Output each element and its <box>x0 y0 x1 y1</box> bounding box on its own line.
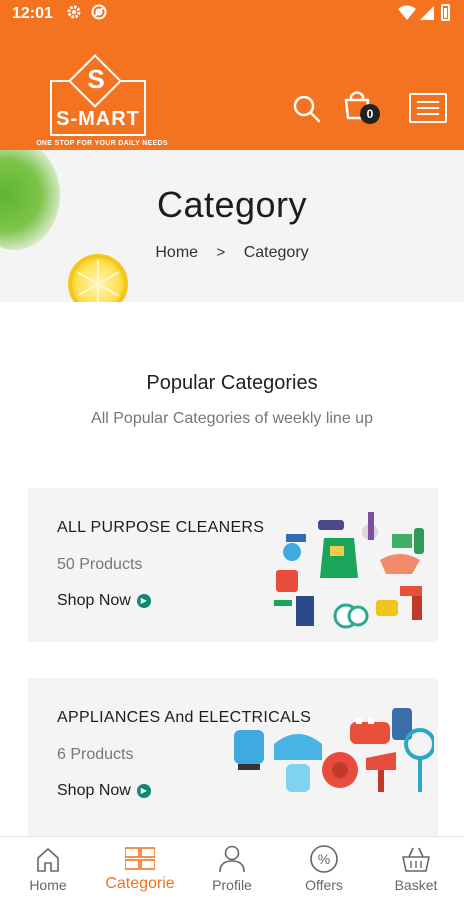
settings-icon <box>67 5 81 19</box>
page-title: Category <box>156 184 308 225</box>
shop-now-label: Shop Now <box>57 592 131 609</box>
shop-now-link[interactable]: Shop Now ▶ <box>57 592 151 610</box>
nav-label: Basket <box>394 877 438 893</box>
category-count: 6 Products <box>57 746 134 763</box>
breadcrumb-home-link[interactable]: Home <box>155 244 198 261</box>
cart-button[interactable]: 0 <box>340 88 382 126</box>
section-subtitle: All Popular Categories of weekly line up <box>91 410 373 427</box>
status-bar: 12:01 <box>0 0 464 28</box>
shop-now-label: Shop Now <box>57 782 131 799</box>
data-saver-icon <box>91 4 107 20</box>
logo-letter: S <box>87 64 105 94</box>
category-card[interactable]: APPLIANCES And ELECTRICALS 6 Products Sh… <box>28 678 438 836</box>
nav-item-basket[interactable]: Basket <box>370 837 462 900</box>
page-banner: Category Home > Category <box>0 150 464 302</box>
arrow-right-icon: ▶ <box>136 593 151 608</box>
nav-label: Home <box>29 877 67 893</box>
status-time: 12:01 <box>12 5 53 22</box>
svg-text:%: % <box>318 851 330 867</box>
nav-item-home[interactable]: Home <box>2 837 94 900</box>
category-card[interactable]: ALL PURPOSE CLEANERS 50 Products Shop No… <box>28 488 438 642</box>
nav-item-categorie[interactable]: Categorie <box>94 837 186 900</box>
percent-icon: % <box>310 845 338 873</box>
nav-item-offers[interactable]: % Offers <box>278 837 370 900</box>
section-title: Popular Categories <box>146 372 318 394</box>
arrow-right-icon: ▶ <box>136 783 151 798</box>
cleaning-supplies-illustration <box>274 512 424 629</box>
breadcrumb-current: Category <box>243 244 309 261</box>
nav-label: Profile <box>212 877 252 893</box>
search-icon[interactable] <box>292 94 322 124</box>
smart-logo[interactable]: S S-MART ONE STOP FOR YOUR DAILY NEEDS <box>22 54 182 150</box>
logo-tagline: ONE STOP FOR YOUR DAILY NEEDS <box>36 140 168 147</box>
breadcrumb: Home > Category <box>0 244 464 262</box>
menu-icon-line <box>417 113 439 115</box>
menu-icon-line <box>417 107 439 109</box>
logo-text: S-MART <box>56 108 140 130</box>
person-icon <box>219 845 245 873</box>
wifi-icon <box>398 5 416 20</box>
shop-now-link[interactable]: Shop Now ▶ <box>57 782 151 800</box>
nav-label: Offers <box>305 877 343 893</box>
bottom-navigation: Home Categorie Profile % Offers Basket <box>0 836 464 900</box>
battery-icon <box>441 4 450 21</box>
category-count: 50 Products <box>57 556 143 573</box>
appliances-illustration <box>234 708 434 792</box>
menu-icon-line <box>417 101 439 103</box>
cart-count-badge: 0 <box>360 104 380 124</box>
nav-item-profile[interactable]: Profile <box>186 837 278 900</box>
category-title: ALL PURPOSE CLEANERS <box>57 519 265 536</box>
app-header: 12:01 S S-MART ONE STOP FOR YOUR DAILY N… <box>0 0 464 150</box>
signal-icon <box>420 6 434 20</box>
nav-label: Categorie <box>105 875 175 892</box>
basket-icon <box>402 847 430 872</box>
home-icon <box>37 848 59 872</box>
breadcrumb-separator: > <box>216 244 226 261</box>
menu-button[interactable] <box>409 93 447 123</box>
grid-icon <box>125 847 155 870</box>
